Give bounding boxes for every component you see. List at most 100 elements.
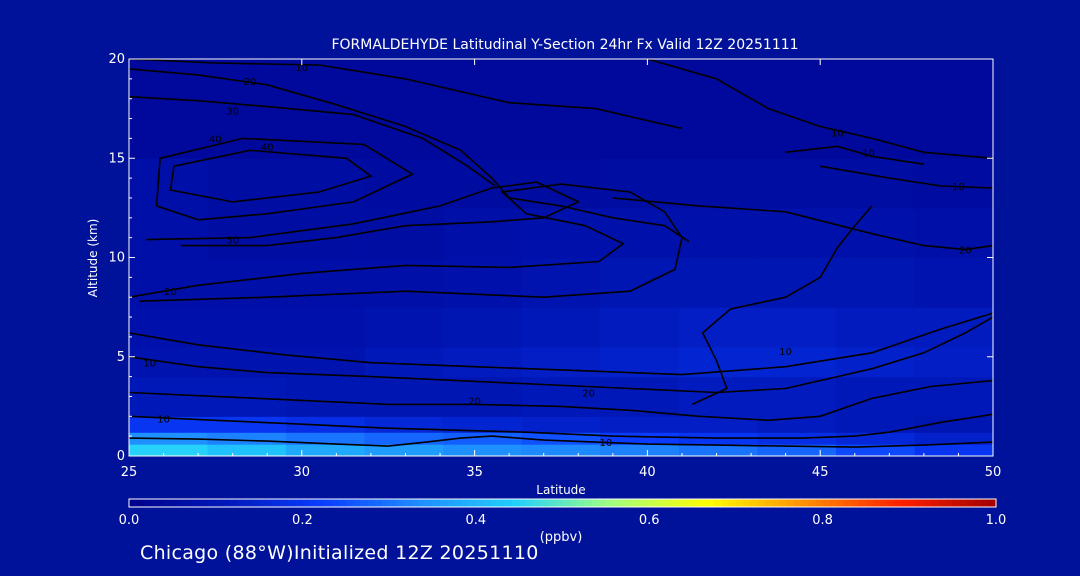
fill-cell [835,376,916,417]
colorbar-segment [497,499,506,507]
colorbar-segment [967,499,975,507]
colorbar-segment [425,499,434,507]
colorbar-segment [287,499,296,507]
colorbar-segment [800,499,809,507]
colorbar-segment [540,499,549,507]
colorbar-segment [331,499,340,507]
contour-label: 40 [261,142,274,153]
colorbar-segment [519,499,527,507]
colorbar-segment [129,499,137,507]
colorbar-segment [576,499,585,507]
colorbar-segment [692,499,701,507]
cross-section-chart: FORMALDEHYDE Latitudinal Y-Section 24hr … [86,37,1006,545]
colorbar-segment [641,499,650,507]
fill-cell [286,158,366,209]
fill-cell [286,444,366,456]
colorbar-segment [974,499,983,507]
colorbar-segment [533,499,542,507]
colorbar-segment [945,499,954,507]
fill-cell [521,307,601,348]
colorbar-segment [439,499,448,507]
colorbar-segment [902,499,910,507]
fill-cell [757,307,837,348]
colorbar-segment [808,499,816,507]
colorbar-segment [678,499,686,507]
fill-cell [521,444,601,456]
colorbar-segment [309,499,318,507]
colorbar-segment [389,499,397,507]
fill-cell [286,257,366,308]
contour-label: 10 [779,347,792,358]
colorbar-segment [208,499,217,507]
fill-cell [600,307,680,348]
fill-cell [678,158,758,209]
colorbar-segment [215,499,224,507]
y-tick-label: 10 [108,251,125,266]
colorbar-segment [526,499,535,507]
colorbar-segment [851,499,860,507]
fill-cell [129,307,209,348]
x-tick-label: 40 [639,465,656,480]
fill-cell [835,257,916,308]
colorbar-segment [793,499,802,507]
fill-cell [286,346,366,378]
colorbar-segment [938,499,947,507]
colorbar-segment [569,499,578,507]
colorbar-segment [772,499,780,507]
colorbar-segment [504,499,513,507]
contour-label: 10 [143,359,156,370]
x-axis-label: Latitude [536,483,585,497]
colorbar-segment [837,499,845,507]
fill-cell [443,207,523,259]
concentration-fill [129,59,993,456]
contour-label: 20 [244,77,257,88]
fill-cell [129,444,209,456]
contour-label: 20 [959,246,972,257]
colorbar-segment [483,499,491,507]
colorbar-tick-label: 0.4 [465,513,486,528]
colorbar-segment [157,499,166,507]
colorbar-segment [656,499,665,507]
fill-cell [207,307,287,348]
colorbar-segment [959,499,968,507]
colorbar-segment [930,499,939,507]
contour-label: 10 [831,128,844,139]
colorbar-segment [259,499,267,507]
colorbar-segment [627,499,636,507]
colorbar-segment [201,499,210,507]
colorbar-segment [699,499,708,507]
y-tick-label: 20 [108,52,125,67]
fill-cell [364,346,444,378]
colorbar-segment [302,499,311,507]
contour-label: 10 [157,414,170,425]
fill-cell [443,444,523,456]
colorbar-segment [815,499,824,507]
fill-cell [207,416,287,433]
fill-cell [914,257,993,308]
fill-cell [129,207,209,259]
colorbar-segment [150,499,159,507]
x-tick-label: 45 [812,465,829,480]
colorbar-segment [324,499,332,507]
colorbar-segment [591,499,600,507]
fill-cell [443,346,523,378]
colorbar-segment [555,499,564,507]
chart-title: FORMALDEHYDE Latitudinal Y-Section 24hr … [331,37,798,53]
colorbar-segment [649,499,658,507]
colorbar-segment [764,499,773,507]
x-tick-label: 50 [985,465,1002,480]
colorbar-segment [952,499,961,507]
fill-cell [914,376,993,417]
fill-cell [914,207,993,259]
colorbar-segment [338,499,347,507]
fill-cell [678,59,758,159]
colorbar-segment [916,499,925,507]
colorbar-segment [909,499,918,507]
colorbar-segment [685,499,694,507]
colorbar-segment [490,499,499,507]
colorbar-segment [410,499,419,507]
x-tick-label: 30 [294,465,311,480]
colorbar-segment [844,499,853,507]
colorbar-segment [186,499,195,507]
colorbar-segment [143,499,152,507]
